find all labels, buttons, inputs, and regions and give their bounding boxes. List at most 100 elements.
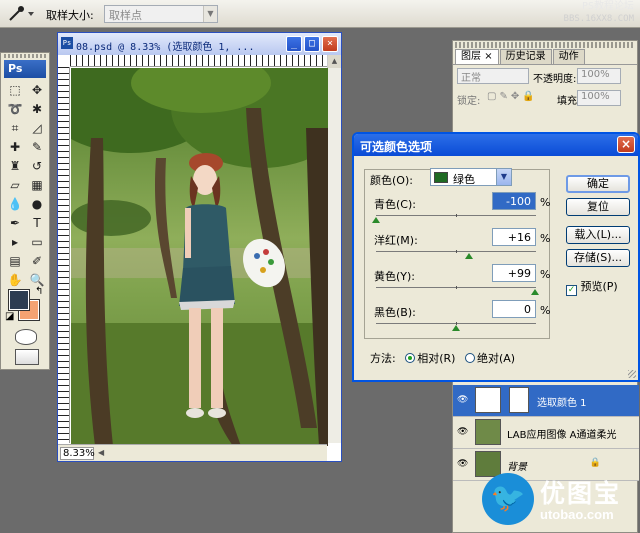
dialog-close-button[interactable]: × — [617, 136, 635, 153]
magenta-value-input[interactable]: +16 — [492, 228, 536, 246]
eraser-tool-icon[interactable]: ▱ — [5, 176, 25, 194]
blend-mode-value: 正常 — [461, 73, 481, 84]
save-button[interactable]: 存储(S)... — [566, 249, 630, 267]
tab-actions[interactable]: 动作 — [552, 49, 585, 64]
dodge-tool-icon[interactable]: ● — [27, 195, 47, 213]
cyan-value-input[interactable]: -100 — [492, 192, 536, 210]
slice-tool-icon[interactable]: ◿ — [27, 119, 47, 137]
adjustment-layer-thumbnail — [475, 387, 501, 413]
scroll-left-icon[interactable]: ◀ — [98, 448, 104, 457]
resize-grip-icon[interactable] — [628, 370, 636, 378]
ps-logo[interactable]: Ps — [4, 60, 46, 78]
move-tool-icon[interactable]: ✥ — [27, 81, 47, 99]
black-label: 黑色(B): — [374, 306, 416, 319]
colors-value: 绿色 — [453, 173, 475, 186]
close-tab-icon[interactable]: × — [484, 51, 492, 62]
vertical-scrollbar[interactable]: ▲ — [327, 55, 341, 443]
chevron-down-icon: ▼ — [203, 6, 217, 22]
cyan-slider: 青色(C): -100 % — [372, 192, 550, 226]
dialog-titlebar[interactable]: 可选颜色选项 × — [354, 134, 638, 156]
tab-layers[interactable]: 图层 × — [455, 49, 499, 64]
colors-select[interactable]: 绿色 ▼ — [430, 168, 512, 186]
load-button[interactable]: 载入(L)... — [566, 226, 630, 244]
opacity-field[interactable]: 100% — [577, 68, 621, 84]
magic-wand-tool-icon[interactable]: ✱ — [27, 100, 47, 118]
yellow-label: 黄色(Y): — [374, 270, 416, 283]
maximize-button[interactable]: □ — [304, 36, 320, 52]
history-brush-tool-icon[interactable]: ↺ — [27, 157, 47, 175]
eye-icon[interactable]: 👁 — [457, 459, 469, 469]
brush-tool-icon[interactable]: ✎ — [27, 138, 47, 156]
notes-tool-icon[interactable]: ▤ — [5, 252, 25, 270]
type-tool-icon[interactable]: T — [27, 214, 47, 232]
slider-thumb[interactable] — [372, 217, 380, 223]
layer-row-selective-color[interactable]: 👁 选取颜色 1 — [453, 385, 639, 417]
vertical-ruler[interactable] — [58, 67, 70, 443]
blend-mode-select[interactable]: 正常 — [457, 68, 529, 84]
chevron-down-icon[interactable]: ▼ — [496, 169, 511, 185]
healing-brush-tool-icon[interactable]: ✚ — [5, 138, 25, 156]
black-value-input[interactable]: 0 — [492, 300, 536, 318]
gradient-tool-icon[interactable]: ▦ — [27, 176, 47, 194]
layer-mask-thumbnail — [509, 387, 529, 413]
ok-button[interactable]: 确定 — [566, 175, 630, 193]
watermark-line1: PS教程论坛 — [581, 1, 634, 12]
tab-history[interactable]: 历史记录 — [499, 49, 552, 64]
crop-tool-icon[interactable]: ⌗ — [5, 119, 25, 137]
absolute-label[interactable]: 绝对(A) — [477, 352, 515, 365]
shape-tool-icon[interactable]: ▭ — [27, 233, 47, 251]
slider-thumb[interactable] — [452, 325, 460, 331]
blur-tool-icon[interactable]: 💧 — [5, 195, 25, 213]
swap-colors-icon[interactable]: ↰ — [35, 286, 43, 297]
status-bar: 8.33% ◀ — [58, 444, 327, 461]
hand-tool-icon[interactable]: ✋ — [5, 271, 25, 289]
green-color-chip — [434, 172, 448, 183]
quick-mask-mode-icon[interactable] — [15, 329, 37, 345]
horizontal-ruler[interactable] — [70, 55, 327, 67]
eyedropper-tool-preset-picker[interactable] — [4, 4, 38, 24]
scroll-up-icon[interactable]: ▲ — [328, 55, 341, 68]
reset-button[interactable]: 复位 — [566, 198, 630, 216]
slider-thumb[interactable] — [464, 253, 473, 259]
layer-row-lab-apply-image[interactable]: 👁 LAB应用图像 A通道柔光 — [453, 417, 639, 449]
marquee-tool-icon[interactable]: ⬚ — [5, 81, 25, 99]
eye-icon[interactable]: 👁 — [457, 427, 469, 437]
sample-size-select[interactable]: 取样点 ▼ — [104, 5, 218, 23]
close-button[interactable]: × — [322, 36, 338, 52]
default-colors-icon[interactable]: ◪ — [5, 311, 14, 322]
layer-name: 背景 — [507, 462, 527, 473]
slider-thumb[interactable] — [531, 289, 540, 295]
toolbox: Ps ⬚ ✥ ➰ ✱ ⌗ ◿ ✚ ✎ ♜ ↺ ▱ ▦ 💧 ● ✒ T ▸ ▭ ▤… — [0, 52, 50, 370]
preview-checkbox[interactable]: ✓ — [566, 285, 577, 296]
yellow-value-input[interactable]: +99 — [492, 264, 536, 282]
lasso-tool-icon[interactable]: ➰ — [5, 100, 25, 118]
preview-checkbox-row[interactable]: ✓ 预览(P) — [566, 278, 618, 296]
percent-sign: % — [540, 304, 551, 317]
toolbox-grip[interactable] — [4, 54, 46, 58]
absolute-radio[interactable] — [464, 353, 475, 363]
screen-mode-icon[interactable] — [15, 349, 39, 365]
minimize-button[interactable]: _ — [286, 36, 302, 52]
clone-stamp-tool-icon[interactable]: ♜ — [5, 157, 25, 175]
document-titlebar[interactable]: Ps 08.psd @ 8.33% (选取颜色 1, ... _ □ × — [58, 33, 341, 55]
eyedropper-tool-icon[interactable]: ✐ — [27, 252, 47, 270]
lock-fill-row: 锁定: ▢✎✥🔒 填充: 100% — [453, 87, 637, 109]
fill-field[interactable]: 100% — [577, 90, 621, 106]
eye-icon[interactable]: 👁 — [457, 395, 469, 405]
preview-label[interactable]: 预览(P) — [581, 280, 618, 293]
pen-tool-icon[interactable]: ✒ — [5, 214, 25, 232]
relative-label[interactable]: 相对(R) — [417, 352, 455, 365]
foreground-color-swatch[interactable] — [8, 289, 30, 311]
cyan-label: 青色(C): — [374, 198, 416, 211]
slider-center-tick — [456, 286, 457, 289]
path-selection-tool-icon[interactable]: ▸ — [5, 233, 25, 251]
zoom-field[interactable]: 8.33% — [60, 447, 95, 460]
tool-grid: ⬚ ✥ ➰ ✱ ⌗ ◿ ✚ ✎ ♜ ↺ ▱ ▦ 💧 ● ✒ T ▸ ▭ ▤ ✐ … — [5, 81, 47, 289]
panel-grip[interactable] — [455, 42, 635, 48]
percent-sign: % — [540, 232, 551, 245]
sample-size-label: 取样大小: — [46, 9, 94, 22]
panel-tabs: 图层 × 历史记录 动作 — [453, 49, 637, 65]
lock-icons[interactable]: ▢✎✥🔒 — [487, 91, 538, 102]
image-canvas[interactable] — [71, 68, 328, 446]
relative-radio[interactable] — [405, 353, 416, 363]
